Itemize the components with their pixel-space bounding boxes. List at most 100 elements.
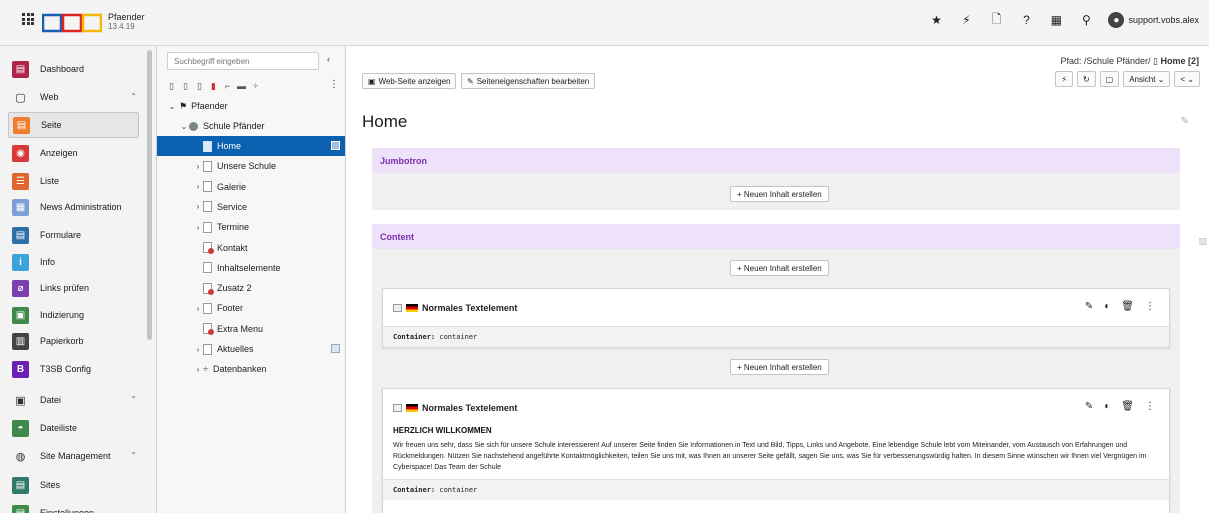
new-mount-icon[interactable]: ▯ (195, 81, 204, 91)
content-element-2[interactable]: Normales Textelement ✎ ◐ 🗑 ⋮ HERZLICH WI… (382, 388, 1170, 513)
nav-item-trash[interactable]: ▥ Papierkorb (8, 328, 139, 354)
tree-node[interactable]: › Termine (157, 217, 345, 237)
search-icon[interactable]: ⚲ (1078, 12, 1094, 28)
share-dropdown[interactable]: < ⌄ (1174, 71, 1200, 87)
nav-item-forms[interactable]: ▤ Formulare (8, 222, 139, 248)
nav-item-settings[interactable]: ▤ Einstellungen (8, 500, 139, 513)
tree-node[interactable]: Inhaltselemente (157, 258, 345, 278)
chevron-right-icon[interactable]: › (193, 304, 203, 313)
container-value: container (439, 486, 478, 494)
content-element-1[interactable]: Normales Textelement ✎ ◐ 🗑 ⋮ Container: … (382, 288, 1170, 348)
edit-pencil-icon[interactable]: ✎ (1085, 401, 1093, 412)
tree-node[interactable]: › ÷ Datenbanken (157, 359, 345, 379)
tree-node[interactable]: Kontakt (157, 238, 345, 258)
element-type-label: Normales Textelement (422, 302, 518, 313)
page-icon (203, 181, 212, 193)
edit-page-properties-button[interactable]: ✎ Seiteneigenschaften bearbeiten (461, 73, 596, 89)
help-icon[interactable]: ? (1018, 12, 1034, 28)
tree-school[interactable]: ⌄ Schule Pfänder (157, 116, 345, 136)
chevron-right-icon[interactable]: › (193, 202, 203, 211)
new-content-button-top[interactable]: + Neuen Inhalt erstellen (730, 260, 829, 276)
tree-node[interactable]: Extra Menu (157, 319, 345, 339)
bookmark-star-icon[interactable]: ★ (928, 12, 944, 28)
tree-node-label: Zusatz 2 (217, 283, 252, 294)
new-separator-icon[interactable]: ÷ (251, 81, 260, 91)
nav-item-label: Datei (40, 395, 62, 405)
delete-icon[interactable]: 🗑 (1121, 401, 1134, 412)
new-hidden-page-icon[interactable]: ▮ (209, 81, 218, 91)
nav-item-view[interactable]: ◉ Anzeigen (8, 140, 139, 166)
page-action-button[interactable]: ▢ (1099, 71, 1120, 87)
new-content-button-middle[interactable]: + Neuen Inhalt erstellen (730, 359, 829, 375)
new-shortcut-icon[interactable]: ▯ (181, 81, 190, 91)
user-name[interactable]: support.vobs.alex (1128, 15, 1199, 25)
breadcrumb-current: Home [2] (1160, 56, 1199, 66)
user-avatar-icon[interactable]: ● (1108, 12, 1125, 28)
clear-cache-button[interactable]: ⚡ (1055, 71, 1073, 87)
site-logo[interactable] (42, 13, 102, 33)
more-actions-icon[interactable]: ⋮ (1145, 301, 1155, 312)
chevron-right-icon[interactable]: › (193, 182, 203, 191)
new-link-icon[interactable]: ⌐ (223, 81, 232, 91)
flash-icon[interactable]: ⚡ (958, 12, 974, 28)
nav-item-label: Site Management (40, 451, 111, 461)
resize-handle-icon[interactable]: ▨ (1198, 236, 1207, 247)
nav-item-web[interactable]: ▢ Web ⌃ (8, 84, 139, 110)
nav-item-label: Indizierung (40, 310, 85, 320)
tree-node[interactable]: › Unsere Schule (157, 156, 345, 176)
chevron-up-icon[interactable]: ⌃ (130, 395, 137, 404)
nav-item-file[interactable]: ▣ Datei ⌃ (8, 387, 139, 413)
toggle-visibility-icon[interactable]: ◐ (1104, 301, 1110, 312)
nav-item-list[interactable]: ☰ Liste (8, 168, 139, 194)
trash-icon: ▥ (12, 332, 29, 350)
system-info-icon[interactable]: ▦ (1048, 12, 1064, 28)
tree-node[interactable]: › Galerie (157, 177, 345, 197)
nav-item-info[interactable]: i Info (8, 249, 139, 275)
view-webpage-button[interactable]: ▣ Web-Seite anzeigen (362, 73, 457, 89)
nav-item-page[interactable]: ▤ Seite (8, 112, 139, 138)
view-dropdown[interactable]: Ansicht ⌄ (1123, 71, 1171, 87)
tree-node[interactable]: Home (157, 136, 345, 156)
chevron-down-icon[interactable]: ⌄ (179, 122, 189, 131)
chevron-right-icon[interactable]: › (193, 162, 203, 171)
page-icon (203, 160, 212, 172)
tree-node[interactable]: › Footer (157, 298, 345, 318)
nav-item-news[interactable]: ▦ News Administration (8, 194, 139, 220)
new-content-button-jumbotron[interactable]: + Neuen Inhalt erstellen (730, 186, 829, 202)
new-folder-icon[interactable]: ▬ (237, 81, 246, 91)
nav-item-link[interactable]: ⌀ Links prüfen (8, 275, 139, 301)
reload-button[interactable]: ↻ (1076, 71, 1096, 87)
nav-item-label: Web (40, 92, 59, 102)
tree-search-input[interactable] (167, 52, 319, 70)
new-page-icon[interactable]: ▯ (167, 81, 176, 91)
nav-item-filelist[interactable]: ◓ Dateiliste (8, 415, 139, 441)
tree-node[interactable]: › Aktuelles (157, 339, 345, 359)
nav-item-index[interactable]: ▣ Indizierung (8, 302, 139, 328)
tree-root[interactable]: ⌄ ⚑ Pfaender (157, 96, 345, 116)
tree-more-icon[interactable]: ⋮ (329, 79, 339, 90)
edit-title-pencil-icon[interactable]: ✎ (1181, 116, 1189, 127)
toggle-visibility-icon[interactable]: ◐ (1104, 401, 1110, 412)
tree-node[interactable]: › Service (157, 197, 345, 217)
chevron-down-icon[interactable]: ⌄ (167, 102, 177, 111)
nav-item-site[interactable]: ◍ Site Management ⌃ (8, 443, 139, 469)
chevron-up-icon[interactable]: ⌃ (130, 92, 137, 101)
chevron-right-icon[interactable]: › (193, 365, 203, 374)
module-menu-scrollbar[interactable] (147, 50, 152, 340)
nav-item-sites[interactable]: ▤ Sites (8, 472, 139, 498)
nav-item-dashboard[interactable]: ▤ Dashboard (8, 56, 139, 82)
nav-item-bootstrap[interactable]: B T3SB Config (8, 356, 139, 382)
app-menu-icon[interactable] (22, 13, 34, 25)
tree-node[interactable]: Zusatz 2 (157, 278, 345, 298)
page-icon (203, 282, 214, 295)
new-content-label: + Neuen Inhalt erstellen (737, 189, 822, 199)
collapse-tree-icon[interactable]: ‹ (327, 54, 330, 64)
tree-node-label: Kontakt (217, 242, 248, 253)
more-actions-icon[interactable]: ⋮ (1145, 401, 1155, 412)
delete-icon[interactable]: 🗑 (1121, 301, 1134, 312)
document-icon[interactable]: 🗋 (988, 12, 1004, 28)
chevron-right-icon[interactable]: › (193, 345, 203, 354)
edit-pencil-icon[interactable]: ✎ (1085, 301, 1093, 312)
chevron-up-icon[interactable]: ⌃ (130, 451, 137, 460)
chevron-right-icon[interactable]: › (193, 223, 203, 232)
